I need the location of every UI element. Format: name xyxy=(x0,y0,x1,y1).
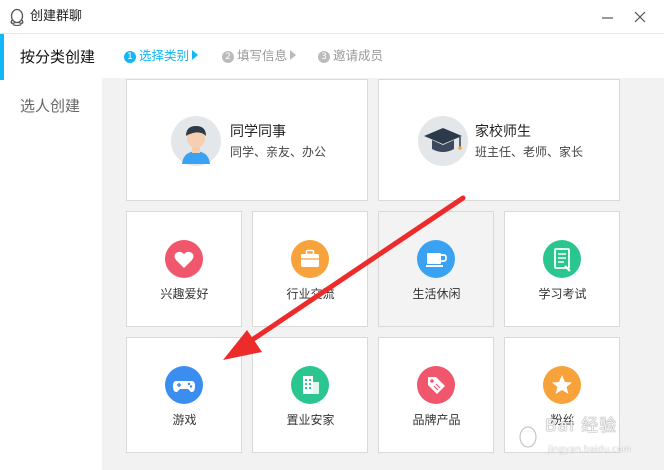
step-1: 1 选择类别 xyxy=(124,47,199,65)
briefcase-icon xyxy=(291,240,329,278)
category-card-brands[interactable]: 品牌产品 xyxy=(378,337,494,453)
sidebar: 按分类创建 选人创建 xyxy=(0,34,102,470)
step-indicator: 1 选择类别 2 填写信息 3 邀请成员 xyxy=(102,34,664,78)
sidebar-item-category-create[interactable]: 按分类创建 xyxy=(0,34,102,80)
main-content: 1选择类别 2填写信息 3邀请成员 同学同事 同学、亲友、办公 家校师生 xyxy=(102,34,664,470)
step-2: 2 填写信息 xyxy=(222,47,297,65)
minimize-icon xyxy=(602,17,613,19)
category-card-hobbies[interactable]: 兴趣爱好 xyxy=(126,211,242,327)
category-card-games[interactable]: 游戏 xyxy=(126,337,242,453)
card-label: 游戏 xyxy=(172,413,197,427)
notebook-icon xyxy=(543,240,581,278)
card-label: 生活休闲 xyxy=(412,287,461,301)
card-label: 置业安家 xyxy=(286,413,335,427)
watermark-text: Bai 经验 xyxy=(545,416,618,436)
gamepad-icon xyxy=(165,366,203,404)
card-title: 家校师生 xyxy=(475,124,531,140)
sidebar-item-select-people-create[interactable]: 选人创建 xyxy=(0,83,102,129)
star-icon xyxy=(543,366,581,404)
category-card-classmates-colleagues[interactable]: 同学同事 同学、亲友、办公 xyxy=(126,79,368,201)
card-label: 学习考试 xyxy=(538,287,587,301)
category-card-industry[interactable]: 行业交流 xyxy=(252,211,368,327)
window-title: 创建群聊 xyxy=(30,9,83,24)
student-avatar-icon xyxy=(171,116,221,166)
step-label: 填写信息 xyxy=(237,48,288,63)
category-card-real-estate[interactable]: 置业安家 xyxy=(252,337,368,453)
card-label: 兴趣爱好 xyxy=(160,287,209,301)
step-number: 3 xyxy=(318,51,330,63)
card-label: 行业交流 xyxy=(286,287,335,301)
chevron-right-icon xyxy=(192,50,199,60)
category-card-home-school[interactable]: 家校师生 班主任、老师、家长 xyxy=(378,79,620,201)
graduation-cap-icon xyxy=(418,116,468,166)
building-icon xyxy=(291,366,329,404)
close-button[interactable] xyxy=(626,4,654,30)
step-number: 2 xyxy=(222,51,234,63)
card-label: 品牌产品 xyxy=(412,413,461,427)
step-number: 1 xyxy=(124,51,136,63)
category-card-leisure[interactable]: 生活休闲 xyxy=(378,211,494,327)
title-bar: 创建群聊 xyxy=(0,0,664,34)
step-3: 3 邀请成员 xyxy=(318,47,383,65)
card-subtitle: 同学、亲友、办公 xyxy=(230,145,327,159)
watermark-url: jingyan.baidu.com xyxy=(548,445,632,455)
step-label: 邀请成员 xyxy=(333,48,384,63)
minimize-button[interactable] xyxy=(594,4,622,30)
qq-penguin-icon xyxy=(10,8,24,26)
step-label: 选择类别 xyxy=(139,48,190,63)
price-tag-icon xyxy=(417,366,455,404)
card-title: 同学同事 xyxy=(230,124,286,140)
category-card-study[interactable]: 学习考试 xyxy=(504,211,620,327)
coffee-cup-icon xyxy=(417,240,455,278)
close-icon xyxy=(634,11,646,23)
chevron-right-icon xyxy=(290,50,297,60)
heart-icon xyxy=(165,240,203,278)
card-subtitle: 班主任、老师、家长 xyxy=(475,145,584,159)
